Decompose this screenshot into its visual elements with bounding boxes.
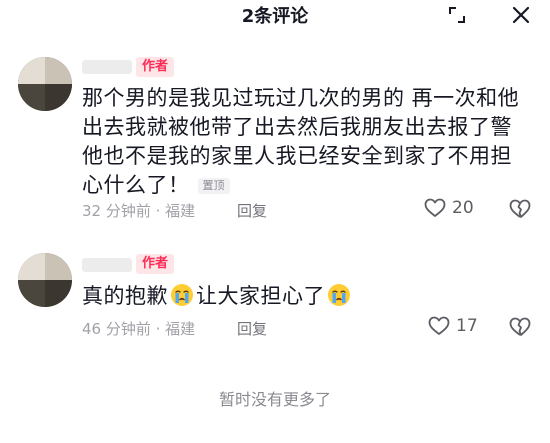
comment-text-part: 真的抱歉	[82, 284, 168, 308]
like-button[interactable]: 17	[428, 316, 478, 336]
comment-meta: 32 分钟前 · 福建	[82, 202, 196, 220]
pinned-badge: 置顶	[197, 178, 230, 194]
comment-meta: 46 分钟前 · 福建	[82, 320, 196, 338]
avatar[interactable]	[18, 253, 72, 307]
comment-time: 32 分钟前	[82, 202, 151, 220]
comment-text: 那个男的是我见过玩过几次的男的 再一次和他出去我就被他带了出去然后我朋友出去报了…	[82, 84, 532, 200]
comment-location: 福建	[165, 202, 196, 220]
username-redacted	[82, 60, 132, 74]
close-icon	[512, 6, 530, 24]
heart-icon	[424, 198, 446, 217]
comments-header: 2条评论	[0, 0, 550, 30]
dislike-button[interactable]	[509, 199, 531, 223]
corner-expand-icon	[449, 7, 465, 23]
comment-text-part: 让大家担心了	[196, 284, 325, 308]
comment-text-content: 那个男的是我见过玩过几次的男的 再一次和他出去我就被他带了出去然后我朋友出去报了…	[82, 86, 520, 197]
like-count: 20	[452, 198, 474, 218]
broken-heart-icon	[509, 317, 531, 336]
dislike-button[interactable]	[509, 317, 531, 341]
author-badge: 作者	[136, 254, 175, 274]
username-redacted	[82, 258, 132, 272]
author-badge: 作者	[136, 57, 175, 77]
comment-location: 福建	[165, 320, 196, 338]
heart-icon	[428, 316, 450, 335]
expand-button[interactable]	[442, 0, 472, 30]
comment-text: 真的抱歉 让大家担心了	[82, 282, 532, 315]
like-button[interactable]: 20	[424, 198, 474, 218]
no-more-indicator: 暂时没有更多了	[218, 390, 331, 409]
comment-time: 46 分钟前	[82, 320, 151, 338]
close-button[interactable]	[506, 0, 536, 30]
reply-button[interactable]: 回复	[237, 318, 267, 339]
crying-face-icon	[327, 283, 351, 315]
avatar[interactable]	[18, 57, 72, 111]
broken-heart-icon	[509, 199, 531, 218]
reply-button[interactable]: 回复	[237, 200, 267, 221]
crying-face-icon	[170, 283, 194, 315]
like-count: 17	[456, 316, 478, 336]
